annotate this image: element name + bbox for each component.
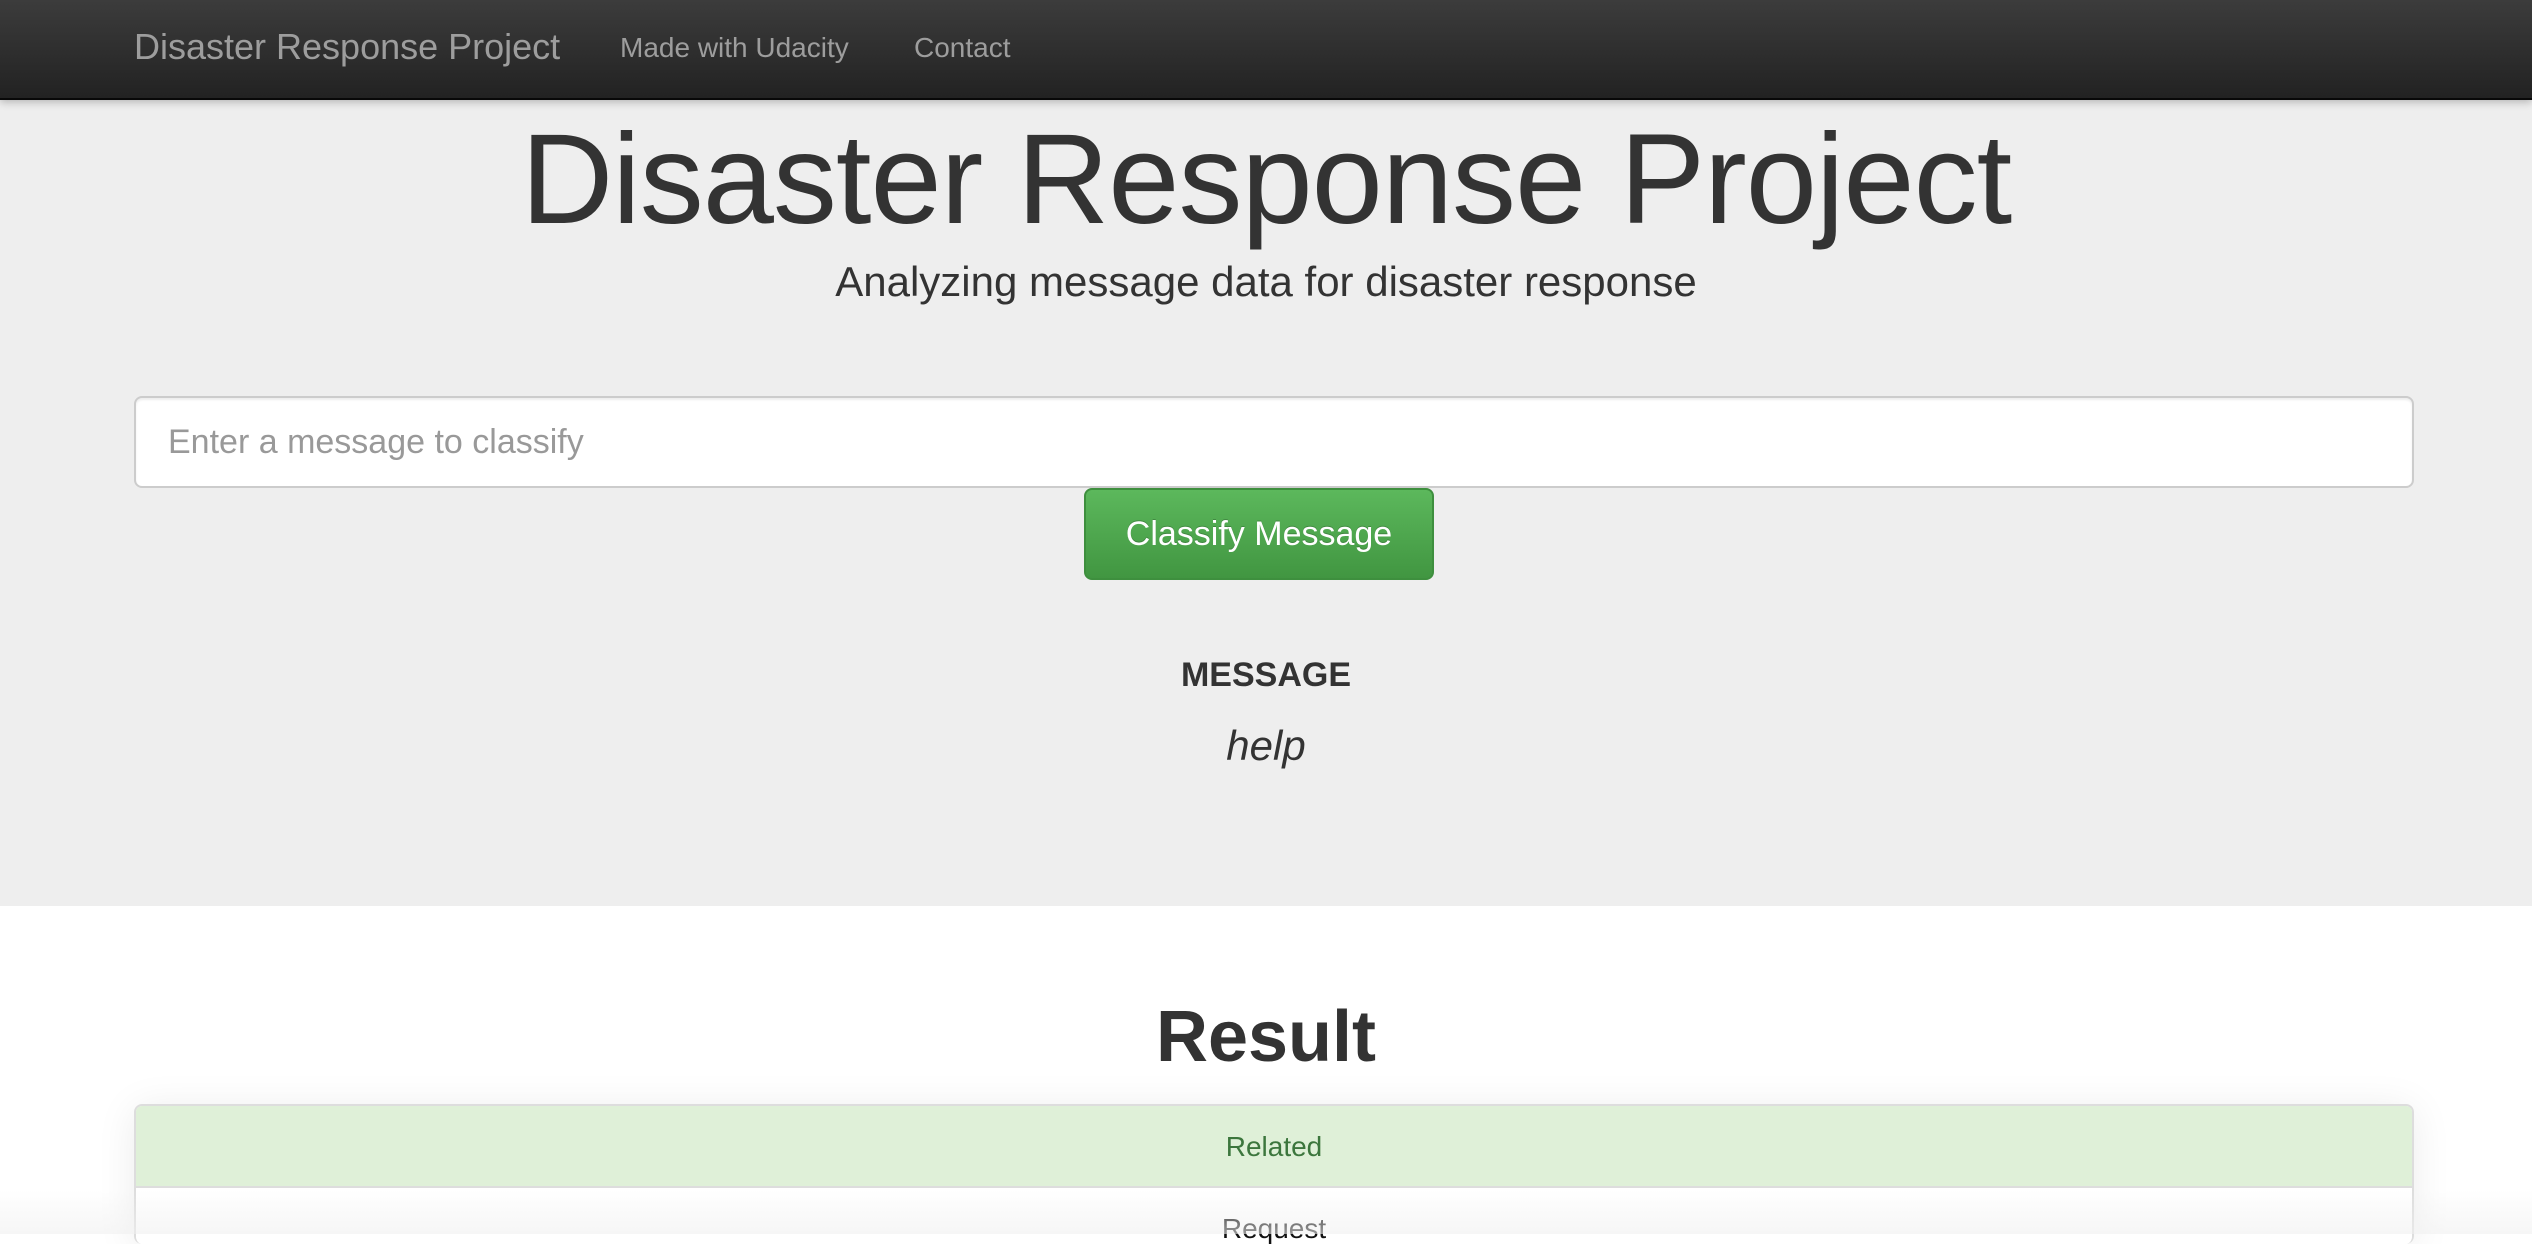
message-label: MESSAGE [1180,656,1352,694]
navbar-brand[interactable]: Disaster Response Project [134,26,560,68]
result-category-list: Related Request [134,1104,2414,1244]
message-input[interactable] [134,396,2414,488]
message-value: help [1226,722,1306,769]
classify-message-button[interactable]: Classify Message [1084,488,1434,580]
jumbotron: Disaster Response Project Analyzing mess… [0,100,2532,906]
category-item-request: Request [136,1188,2412,1244]
nav-link-contact[interactable]: Contact [914,32,1011,64]
top-navbar: Disaster Response Project Made with Udac… [0,0,2532,100]
category-item-related: Related [136,1106,2412,1188]
page-subtitle: Analyzing message data for disaster resp… [835,258,1697,305]
page-title: Disaster Response Project [520,108,2012,251]
nav-link-made-with-udacity[interactable]: Made with Udacity [620,32,849,64]
result-heading: Result [1155,997,1377,1077]
